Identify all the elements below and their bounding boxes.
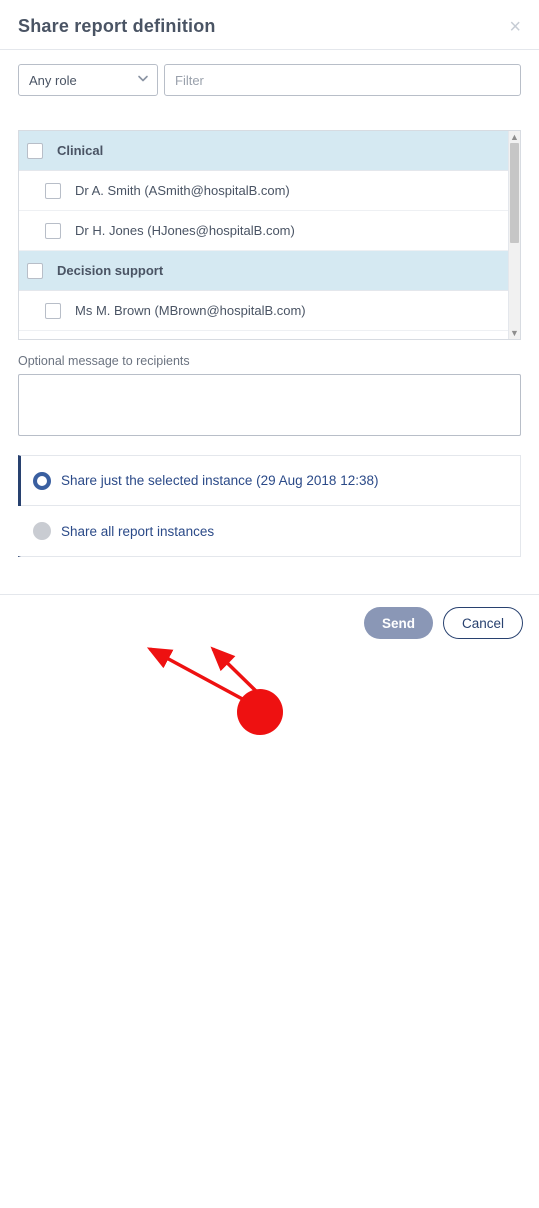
scroll-down-icon[interactable]: ▼ <box>509 327 520 339</box>
group-checkbox[interactable] <box>27 143 43 159</box>
dialog-footer: Send Cancel <box>0 594 539 651</box>
item-label: Ms M. Brown (MBrown@hospitalB.com) <box>75 303 306 318</box>
annotation-dot-icon <box>237 689 283 735</box>
group-header-decision-support[interactable]: Decision support <box>19 251 508 291</box>
option-all-instances[interactable]: Share all report instances <box>18 506 520 556</box>
option-label: Share all report instances <box>61 524 214 539</box>
item-checkbox[interactable] <box>45 183 61 199</box>
close-icon[interactable]: × <box>509 17 521 37</box>
radio-selected-icon <box>33 472 51 490</box>
item-checkbox[interactable] <box>45 303 61 319</box>
group-header-clinical[interactable]: Clinical <box>19 131 508 171</box>
role-select[interactable]: Any role <box>18 64 158 96</box>
list-item[interactable]: Ms M. Brown (MBrown@hospitalB.com) <box>19 291 508 331</box>
dialog-title: Share report definition <box>18 16 216 37</box>
item-label: Dr A. Smith (ASmith@hospitalB.com) <box>75 183 290 198</box>
role-select-value: Any role <box>29 73 77 88</box>
group-checkbox[interactable] <box>27 263 43 279</box>
list-item[interactable]: Dr H. Jones (HJones@hospitalB.com) <box>19 211 508 251</box>
item-label: Dr H. Jones (HJones@hospitalB.com) <box>75 223 295 238</box>
filter-input[interactable] <box>164 64 521 96</box>
dialog-body: Any role Clinical Dr A. Smith (ASmith@ho… <box>0 50 539 557</box>
option-selected-instance[interactable]: Share just the selected instance (29 Aug… <box>21 456 520 506</box>
filters-row: Any role <box>18 64 521 96</box>
radio-unselected-icon <box>33 522 51 540</box>
group-label: Clinical <box>57 143 103 158</box>
recipients-list: Clinical Dr A. Smith (ASmith@hospitalB.c… <box>18 130 521 340</box>
list-item[interactable]: Dr A. Smith (ASmith@hospitalB.com) <box>19 171 508 211</box>
scroll-up-icon[interactable]: ▲ <box>509 131 520 143</box>
share-scope-options: Share just the selected instance (29 Aug… <box>18 455 521 557</box>
message-label: Optional message to recipients <box>18 354 521 368</box>
send-button[interactable]: Send <box>364 607 433 639</box>
group-label: Decision support <box>57 263 163 278</box>
dialog-header: Share report definition × <box>0 0 539 50</box>
option-label: Share just the selected instance (29 Aug… <box>61 473 378 488</box>
scroll-thumb[interactable] <box>510 143 519 243</box>
cancel-button[interactable]: Cancel <box>443 607 523 639</box>
item-checkbox[interactable] <box>45 223 61 239</box>
chevron-down-icon <box>137 73 149 88</box>
scrollbar[interactable]: ▲ ▼ <box>508 131 520 339</box>
message-textarea[interactable] <box>18 374 521 436</box>
